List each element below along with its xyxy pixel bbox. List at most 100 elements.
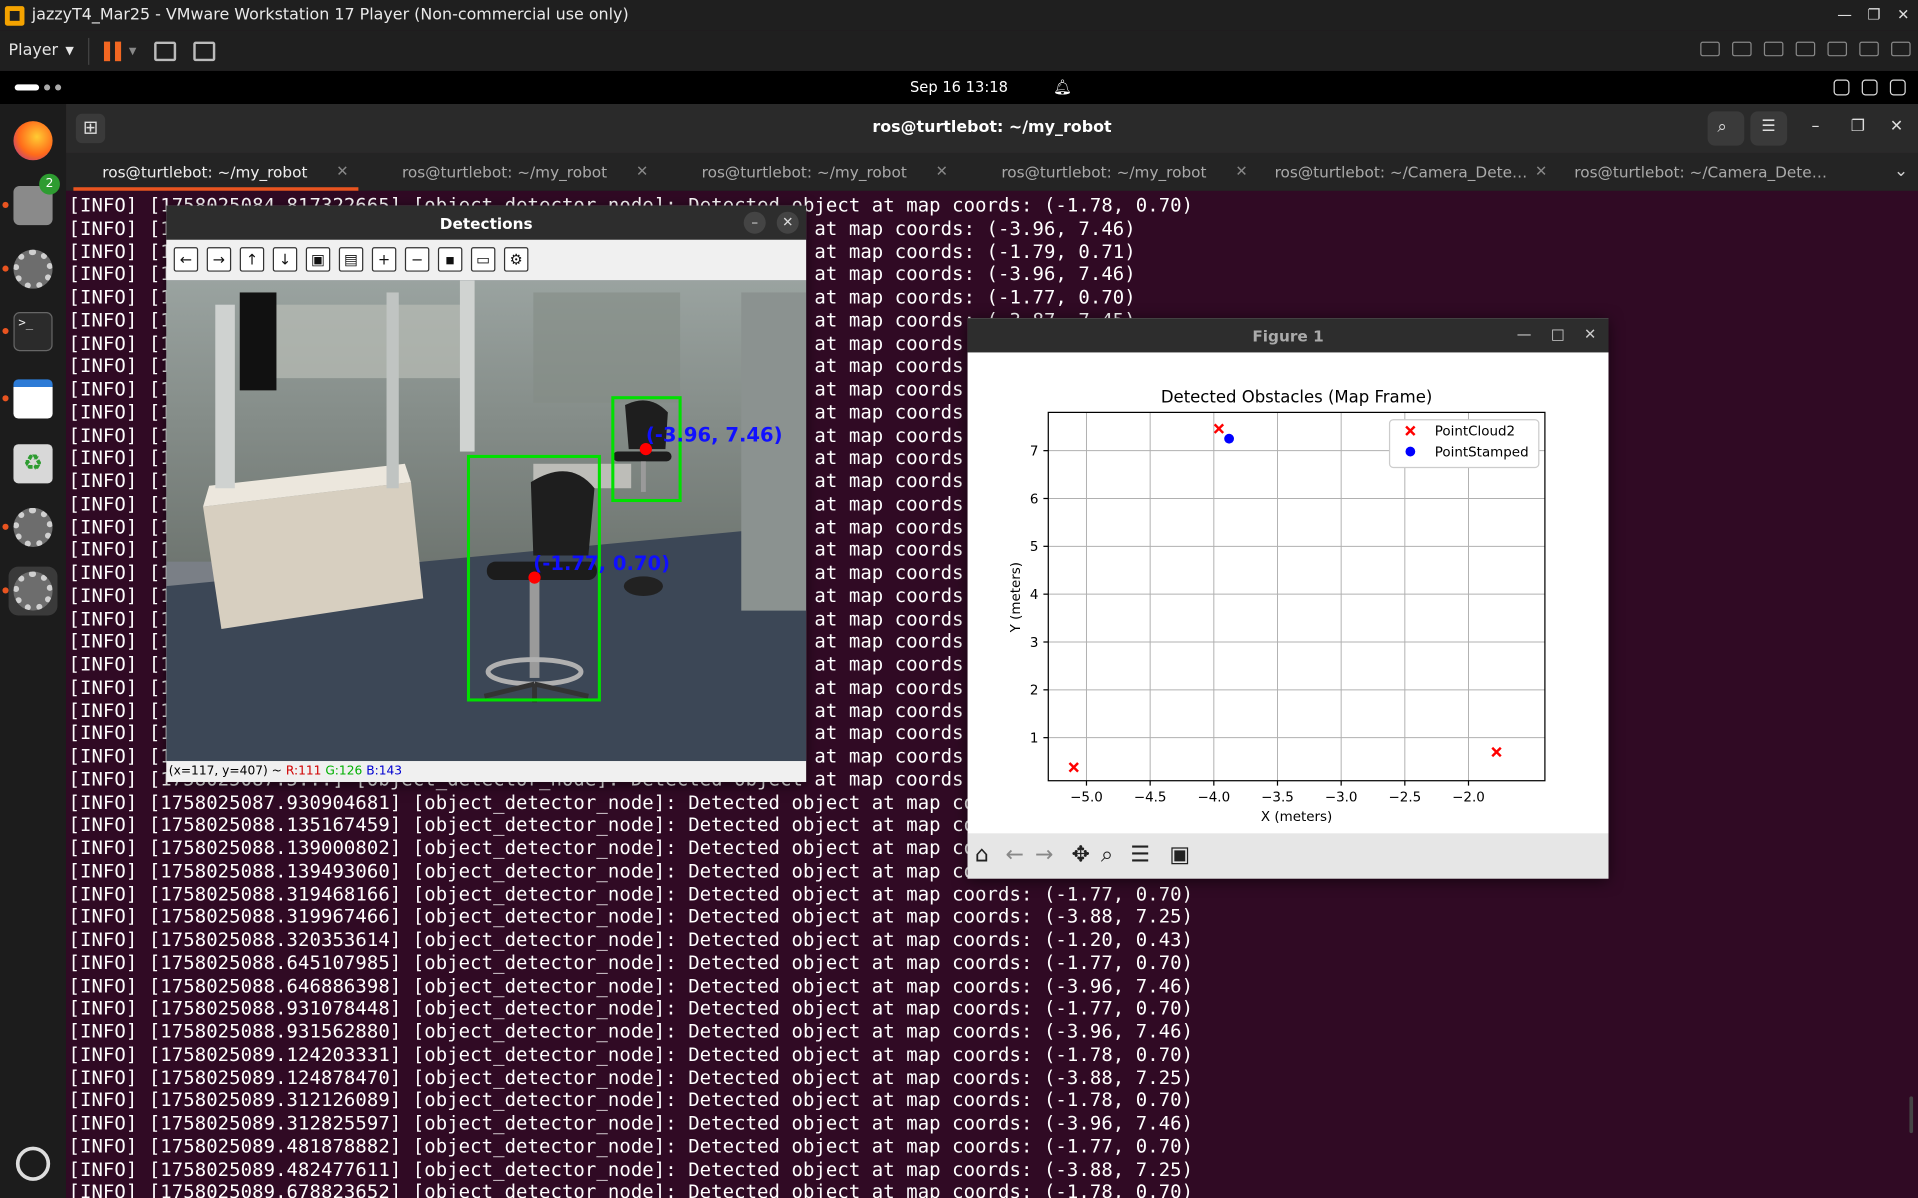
close-tab-icon[interactable]: ✕ (936, 153, 948, 191)
trash-launcher[interactable]: ♻ (9, 439, 58, 488)
files-launcher[interactable]: 2 (2, 173, 60, 230)
tab-label: ros@turtlebot: ~/my_robot (1001, 162, 1207, 182)
vmware-window-controls: — ❐ ✕ (1830, 0, 1918, 31)
zoom-out-image-icon[interactable]: ▤ (338, 247, 364, 272)
terminal-launcher[interactable]: >_ (2, 307, 58, 356)
log-line: [INFO] [1758025088.320353614] [object_de… (68, 928, 1194, 951)
y-tick-label: 5 (1030, 540, 1039, 555)
scrollbar[interactable] (1909, 1096, 1914, 1134)
maximize-button[interactable]: □ (1551, 326, 1565, 343)
y-tick-label: 2 (1030, 684, 1039, 699)
save-figure-icon[interactable]: ▣ (1169, 843, 1190, 867)
close-button[interactable]: ✕ (776, 211, 799, 234)
clock[interactable]: Sep 16 13:18 (0, 78, 1918, 95)
settings-launcher[interactable] (2, 245, 58, 294)
close-button[interactable]: ✕ (1890, 117, 1903, 135)
figure-title-bar[interactable]: Figure 1 — □ ✕ (967, 318, 1609, 353)
zoom-icon[interactable]: ⌕ (1101, 843, 1113, 867)
pan-right-icon[interactable]: → (206, 247, 232, 272)
pan-left-icon[interactable]: ← (173, 247, 199, 272)
pan-up-icon[interactable]: ↑ (239, 247, 265, 272)
detections-toolbar: ← → ↑ ↓ ▣ ▤ + − ▪ ▭ ⚙ (166, 239, 807, 281)
pan-icon[interactable]: ✥ (1072, 843, 1090, 867)
tab-overflow-chevron-icon[interactable]: ⌄ (1894, 162, 1908, 182)
zoom-out-icon[interactable]: − (404, 247, 430, 272)
terminal-tab[interactable]: ros@turtlebot: ~/Camera_Detecti... ✕ (1265, 153, 1565, 191)
ubuntu-logo-icon[interactable] (15, 1146, 51, 1181)
system-tray[interactable] (1833, 79, 1906, 96)
legend-marker (1405, 446, 1416, 457)
zoom-in-image-icon[interactable]: ▣ (305, 247, 331, 272)
terminal-tab[interactable]: ros@turtlebot: ~/my_robot ✕ (366, 153, 666, 191)
firefox-launcher[interactable] (9, 116, 58, 165)
notification-badge: 2 (39, 173, 60, 195)
camera-image[interactable]: (-1.77, 0.70) (-3.96, 7.46) (166, 280, 807, 762)
hard-disk-icon[interactable] (1732, 41, 1752, 57)
wireless-icon[interactable] (1859, 41, 1879, 57)
search-button[interactable]: ⌕ (1707, 111, 1745, 146)
chart-legend: PointCloud2 PointStamped (1388, 419, 1540, 469)
sound-icon[interactable] (1795, 41, 1816, 57)
vmware-device-icons (1700, 41, 1911, 57)
close-tab-icon[interactable]: ✕ (336, 153, 348, 191)
detections-title-bar[interactable]: Detections – ✕ (166, 205, 807, 240)
pause-icon[interactable] (104, 40, 122, 61)
restore-button[interactable]: ❐ (1859, 0, 1888, 31)
log-line: [INFO] [1758025089.124878470] [object_de… (68, 1066, 1194, 1089)
gear-icon (13, 571, 53, 611)
menu-button[interactable]: ☰ (1750, 111, 1788, 146)
pixel-status-bar: (x=117, y=407) ~ R:111 G:126 B:143 (166, 761, 807, 782)
log-line: [INFO] [1758025088.319468166] [object_de… (68, 882, 1194, 905)
settings-launcher-2[interactable] (2, 503, 58, 552)
player-menu[interactable]: Player ▼ (9, 42, 74, 60)
save-icon[interactable]: ▪ (437, 247, 463, 272)
back-icon[interactable]: ← (1005, 843, 1023, 867)
chart-title: Detected Obstacles (Map Frame) (1161, 388, 1432, 407)
copy-icon[interactable]: ▭ (470, 247, 496, 272)
close-tab-icon[interactable]: ✕ (1535, 153, 1547, 191)
home-icon[interactable]: ⌂ (975, 843, 989, 867)
figure-toolbar: ⌂ ← → ✥ ⌕ ☰ ▣ (967, 833, 1609, 879)
text-editor-launcher[interactable] (2, 374, 58, 423)
terminal-tab[interactable]: ros@turtlebot: ~/my_robot ✕ (965, 153, 1265, 191)
minimize-button[interactable]: – (1812, 117, 1820, 135)
terminal-tab[interactable]: ros@turtlebot: ~/Camera_Detecti... (1564, 153, 1864, 191)
x-tick-label: −3.0 (1325, 791, 1358, 806)
data-point-o (1224, 433, 1234, 444)
usb-icon[interactable] (1891, 41, 1911, 57)
scatter-chart[interactable]: Detected Obstacles (Map Frame) −5.0 −4.5 −… (968, 352, 1609, 833)
fullscreen-icon[interactable] (192, 40, 215, 61)
text-editor-icon (13, 379, 53, 419)
maximize-button[interactable]: ❐ (1851, 117, 1865, 135)
pan-down-icon[interactable]: ↓ (272, 247, 298, 272)
detections-title: Detections (439, 214, 533, 233)
green-value: G:126 (325, 764, 363, 779)
figure-title: Figure 1 (1252, 326, 1324, 346)
settings-launcher-3[interactable] (2, 566, 58, 616)
close-tab-icon[interactable]: ✕ (636, 153, 648, 191)
camera-icon[interactable] (1827, 41, 1848, 57)
dock: 2 >_ ♻ (0, 104, 67, 1198)
terminal-tab[interactable]: ros@turtlebot: ~/my_robot ✕ (665, 153, 965, 191)
send-ctrl-alt-del-icon[interactable] (153, 40, 176, 61)
close-tab-icon[interactable]: ✕ (1235, 153, 1247, 191)
terminal-tab[interactable]: ros@turtlebot: ~/my_robot ✕ (66, 153, 366, 191)
vmware-window-title: jazzyT4_Mar25 - VMware Workstation 17 Pl… (31, 6, 629, 25)
minimize-button[interactable]: — (1830, 0, 1859, 31)
network-icon[interactable] (1763, 41, 1784, 57)
zoom-in-icon[interactable]: + (371, 247, 397, 272)
device-icon[interactable] (1700, 41, 1720, 57)
minimize-button[interactable]: — (1517, 326, 1532, 343)
properties-icon[interactable]: ⚙ (503, 247, 529, 272)
running-indicator (2, 395, 9, 402)
volume-icon (1861, 79, 1878, 96)
running-indicator (2, 587, 9, 594)
close-button[interactable]: ✕ (1584, 326, 1596, 343)
close-button[interactable]: ✕ (1889, 0, 1918, 31)
minimize-button[interactable]: – (743, 211, 766, 234)
tab-label: ros@turtlebot: ~/my_robot (401, 162, 608, 182)
terminal-header-bar: ⊞ ros@turtlebot: ~/my_robot ⌕ ☰ – ❐ ✕ (66, 104, 1918, 153)
configure-subplots-icon[interactable]: ☰ (1130, 843, 1150, 867)
chevron-down-icon[interactable]: ▼ (129, 45, 137, 56)
forward-icon[interactable]: → (1035, 843, 1053, 867)
